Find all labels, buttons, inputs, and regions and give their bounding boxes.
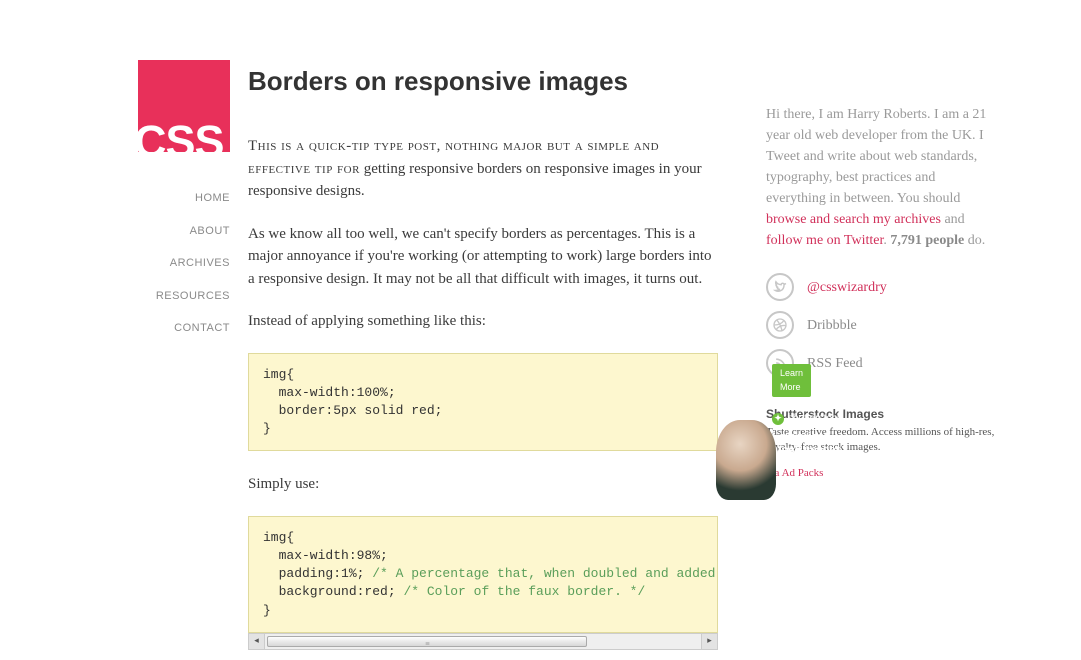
code-block-1: img{ max-width:100%; border:5px solid re… — [248, 353, 718, 452]
scroll-right-arrow-icon[interactable]: ▸ — [701, 634, 717, 649]
horizontal-scrollbar[interactable]: ◂ ≡ ▸ — [248, 633, 718, 650]
scroll-left-arrow-icon[interactable]: ◂ — [249, 634, 265, 649]
dribbble-link[interactable]: Dribbble — [807, 315, 857, 336]
twitter-icon — [766, 273, 794, 301]
paragraph-3: Instead of applying something like this: — [248, 310, 718, 333]
bio-post: do. — [964, 233, 985, 248]
site-logo[interactable]: CSS — [138, 60, 230, 152]
bio-and: and — [941, 212, 965, 227]
nav-archives[interactable]: ARCHIVES — [0, 247, 230, 280]
scroll-thumb[interactable]: ≡ — [267, 636, 587, 647]
author-bio: Hi there, I am Harry Roberts. I am a 21 … — [766, 104, 996, 251]
bio-archives-link[interactable]: browse and search my archives — [766, 212, 941, 227]
nav-about[interactable]: ABOUT — [0, 215, 230, 248]
dribbble-icon — [766, 311, 794, 339]
article-title: Borders on responsive images — [248, 62, 718, 101]
paragraph-2: As we know all too well, we can't specif… — [248, 223, 718, 291]
social-item-twitter[interactable]: @csswizardry — [766, 273, 996, 301]
nav-resources[interactable]: RESOURCES — [0, 280, 230, 313]
nav-contact[interactable]: CONTACT — [0, 312, 230, 345]
bio-text-pre: Hi there, I am Harry Roberts. I am a 21 … — [766, 107, 986, 206]
paragraph-4: Simply use: — [248, 473, 718, 496]
main-nav: HOME ABOUT ARCHIVES RESOURCES CONTACT — [0, 182, 230, 345]
social-links: @csswizardry Dribbble RSS Feed — [766, 273, 996, 377]
article-body: This is a quick-tip type post, nothing m… — [248, 135, 718, 650]
logo-text: CSS — [138, 119, 224, 152]
lead-paragraph: This is a quick-tip type post, nothing m… — [248, 135, 718, 203]
bio-twitter-link[interactable]: follow me on Twitter — [766, 233, 883, 248]
rss-link[interactable]: RSS Feed — [807, 353, 863, 374]
follower-count: 7,791 people — [890, 233, 964, 248]
code-block-2: img{ max-width:98%; padding:1%; /* A per… — [248, 516, 718, 633]
nav-home[interactable]: HOME — [0, 182, 230, 215]
ad-via-link[interactable]: via Ad Packs — [766, 465, 996, 482]
twitter-handle[interactable]: @csswizardry — [807, 277, 887, 298]
social-item-dribbble[interactable]: Dribbble — [766, 311, 996, 339]
